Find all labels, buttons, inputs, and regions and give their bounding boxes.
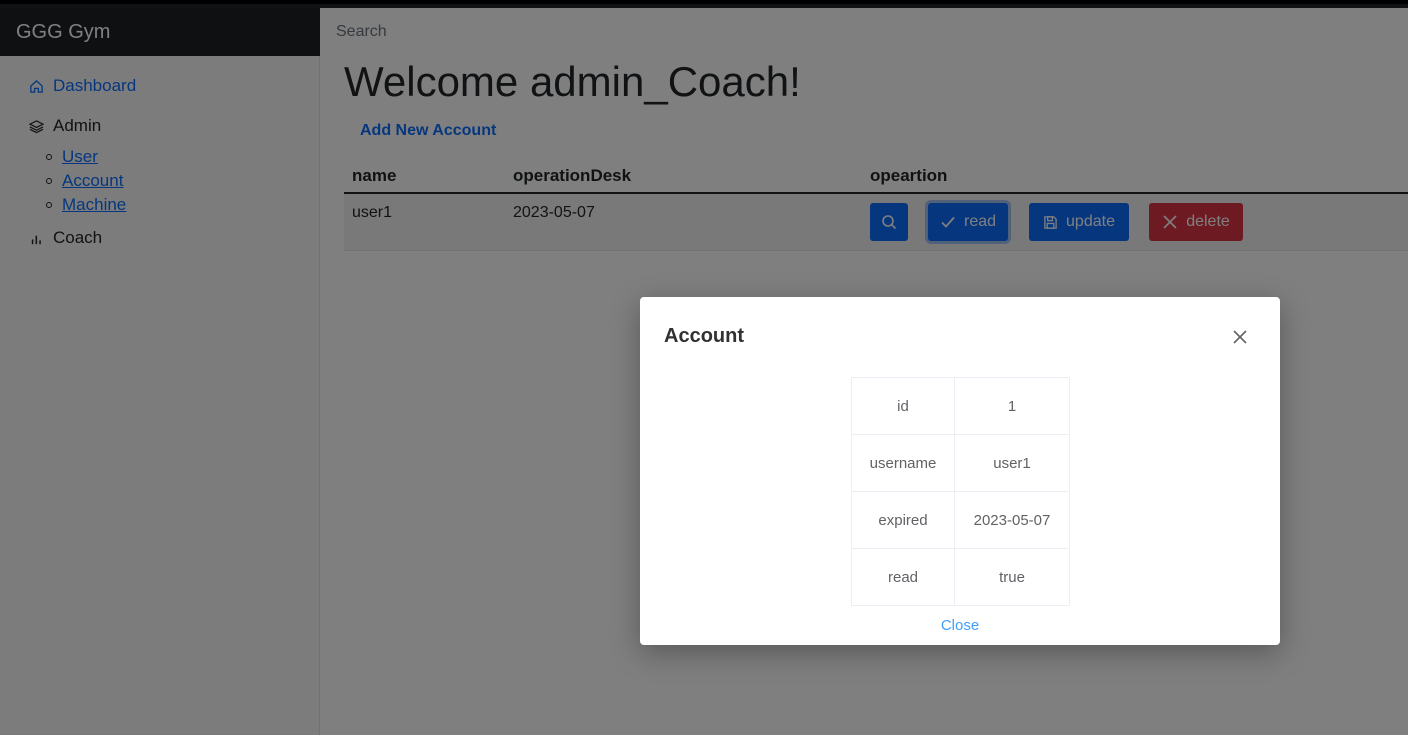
table-row: expired 2023-05-07	[851, 491, 1070, 549]
dialog-footer: Close	[640, 617, 1280, 634]
account-dialog: Account id 1 username user1 expired 2023…	[640, 297, 1280, 645]
detail-value: 2023-05-07	[954, 491, 1070, 549]
detail-value: 1	[954, 377, 1070, 435]
table-row: read true	[851, 548, 1070, 606]
detail-key: username	[851, 434, 955, 492]
detail-key: expired	[851, 491, 955, 549]
account-detail-table: id 1 username user1 expired 2023-05-07 r…	[851, 377, 1070, 606]
table-row: username user1	[851, 434, 1070, 492]
detail-key: id	[851, 377, 955, 435]
detail-key: read	[851, 548, 955, 606]
close-button[interactable]: Close	[941, 617, 979, 634]
dialog-title: Account	[664, 325, 744, 347]
detail-value: true	[954, 548, 1070, 606]
detail-value: user1	[954, 434, 1070, 492]
table-row: id 1	[851, 377, 1070, 435]
close-icon[interactable]	[1230, 327, 1250, 347]
